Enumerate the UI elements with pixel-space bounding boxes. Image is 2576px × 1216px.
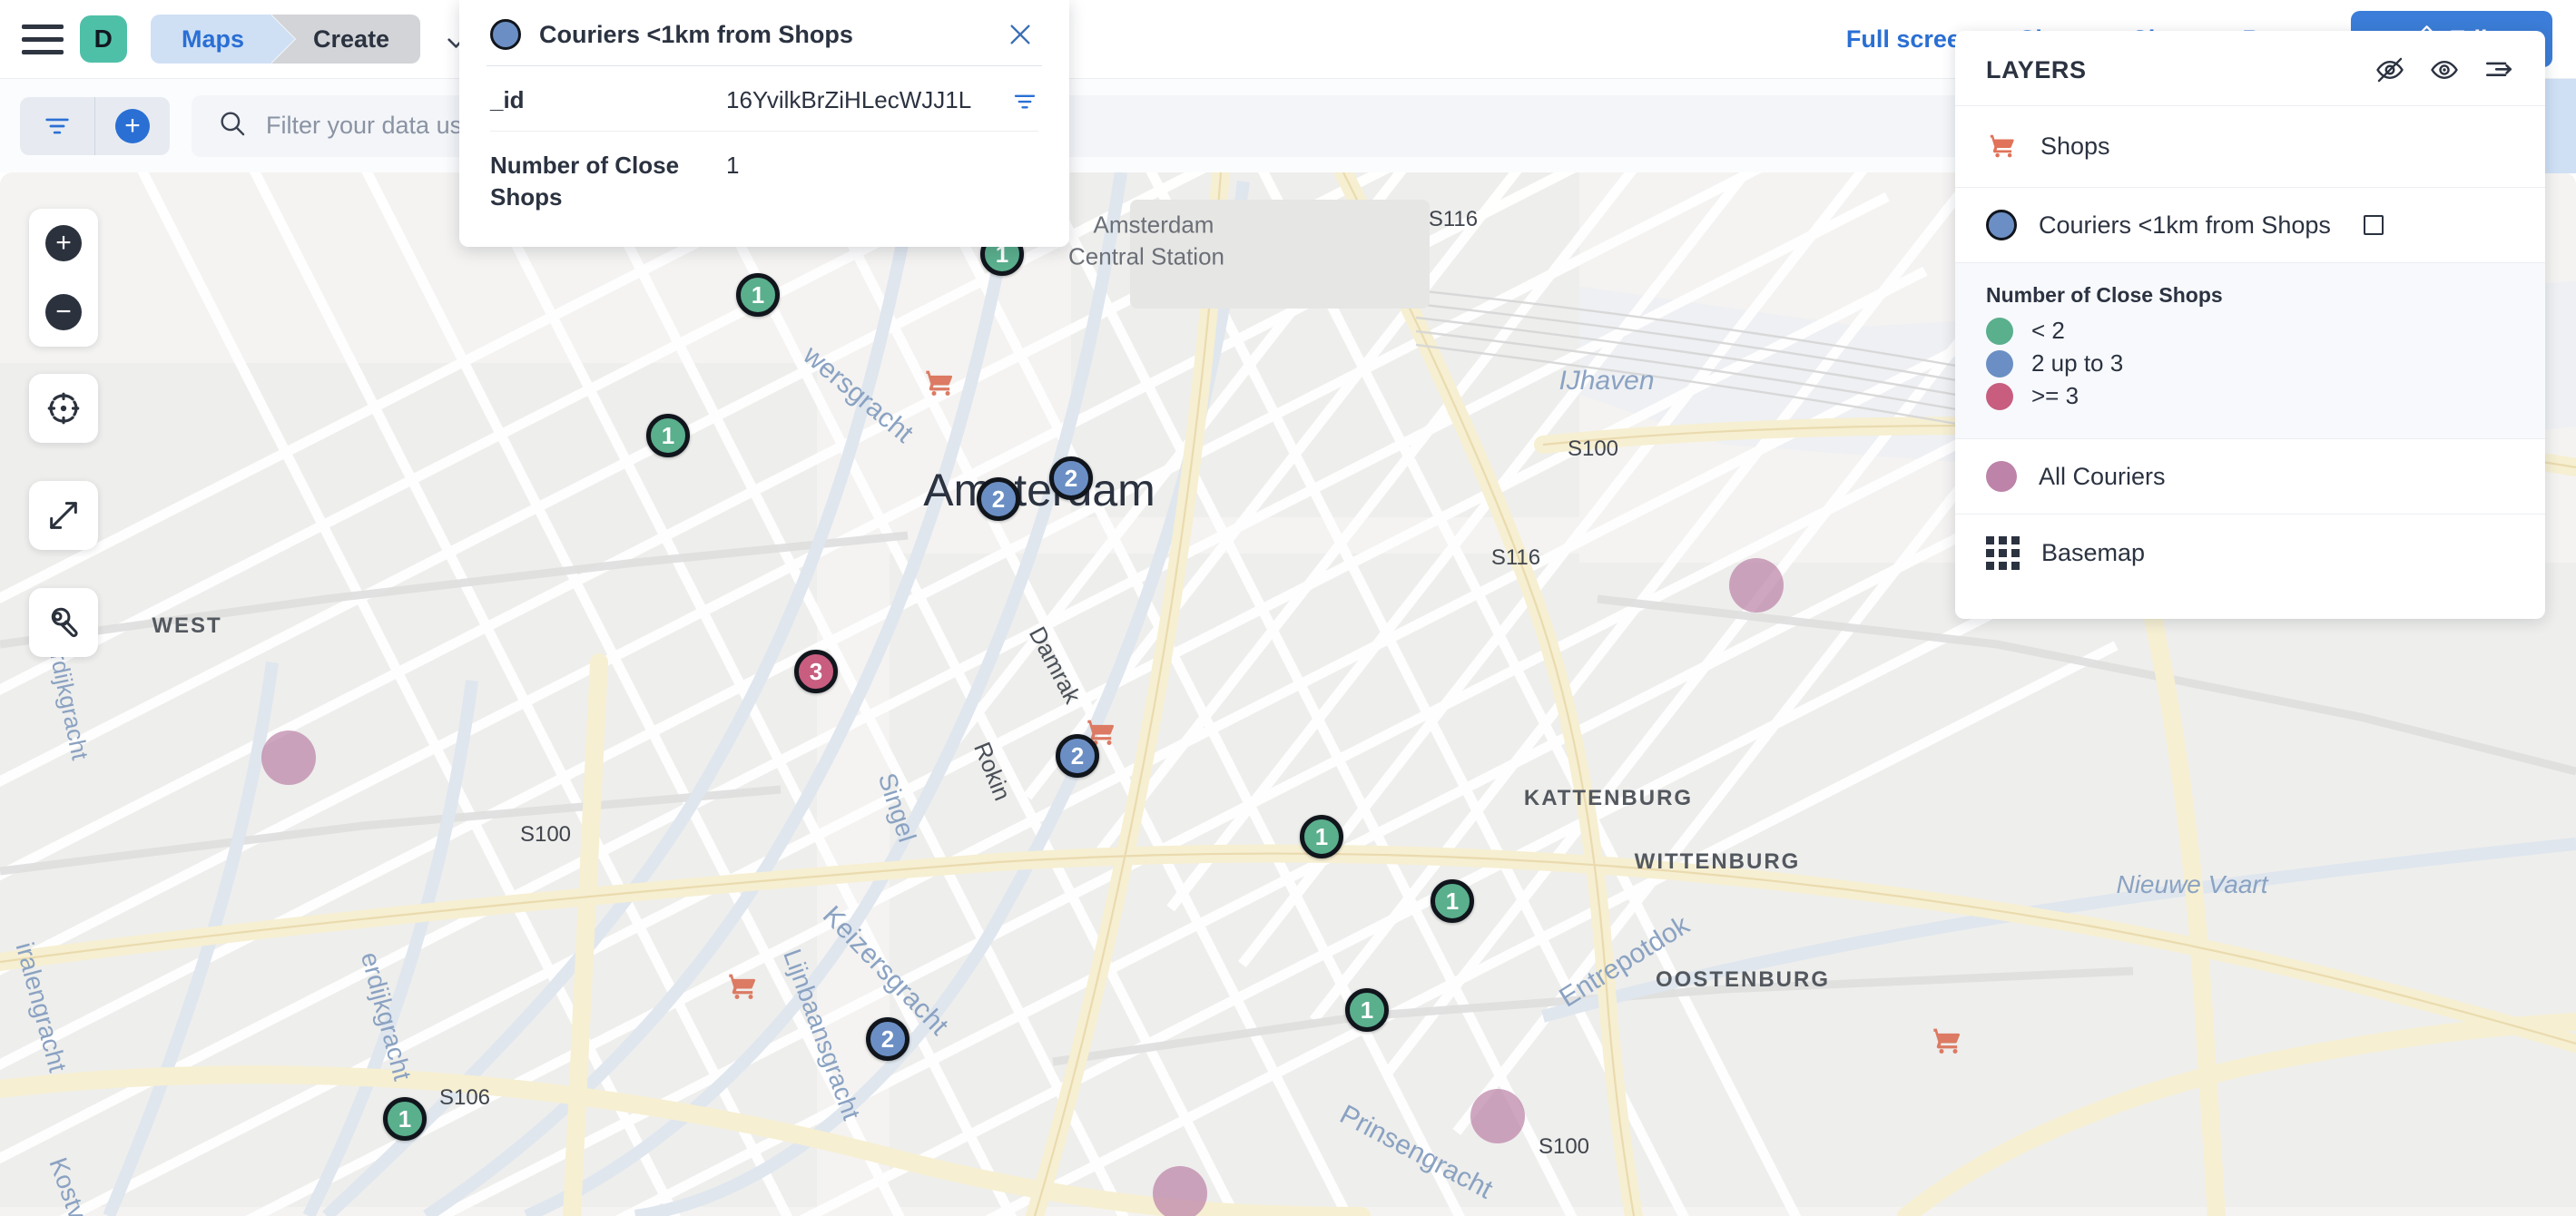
layer-legend: Number of Close Shops < 2 2 up to 3 >= 3: [1955, 263, 2545, 439]
layer-item-couriers-near-shops[interactable]: Couriers <1km from Shops: [1955, 188, 2545, 263]
courier-point[interactable]: [1153, 1166, 1207, 1216]
breadcrumb: Maps Create: [151, 15, 475, 64]
search-icon: [217, 108, 248, 143]
add-filter-button[interactable]: +: [95, 97, 170, 155]
layer-label: All Couriers: [2039, 463, 2166, 491]
zoom-in-button[interactable]: +: [29, 209, 98, 278]
popup-key: Number of Close Shops: [490, 150, 717, 213]
layers-panel-title: LAYERS: [1986, 56, 2087, 84]
cluster-marker[interactable]: 2: [866, 1017, 909, 1061]
measure-tool-button[interactable]: [29, 588, 98, 657]
legend-title: Number of Close Shops: [1986, 283, 2514, 308]
cluster-marker[interactable]: 1: [646, 414, 690, 457]
shopping-cart-icon: [1986, 128, 2019, 165]
cluster-marker[interactable]: 2: [1049, 456, 1093, 500]
shop-marker-icon[interactable]: [1929, 1021, 1965, 1057]
circle-swatch-icon: [1986, 461, 2017, 492]
map-locate-control: [29, 374, 98, 443]
feature-popup[interactable]: Couriers <1km from Shops _id 16YvilkBrZi…: [459, 0, 1069, 247]
map-expand-control: [29, 481, 98, 550]
cluster-marker[interactable]: 1: [736, 273, 780, 317]
filter-icon[interactable]: [997, 84, 1038, 115]
map-tools-control: [29, 588, 98, 657]
locate-button[interactable]: [29, 374, 98, 443]
search-placeholder: Filter your data usi: [266, 112, 467, 140]
popup-row-id: _id 16YvilkBrZiHLecWJJ1L: [459, 66, 1069, 131]
layer-label: Basemap: [2041, 539, 2145, 567]
legend-entry: 2 up to 3: [1986, 349, 2514, 378]
close-icon[interactable]: [1002, 16, 1038, 53]
plus-icon: +: [45, 225, 82, 261]
layer-label: Shops: [2040, 132, 2110, 161]
legend-label: 2 up to 3: [2031, 349, 2123, 378]
cluster-marker[interactable]: 3: [794, 650, 838, 693]
shop-marker-icon[interactable]: [921, 363, 958, 399]
legend-swatch: [1986, 318, 2013, 345]
breadcrumb-item-maps[interactable]: Maps: [151, 15, 271, 64]
cluster-marker[interactable]: 1: [1345, 988, 1389, 1032]
popup-value: 16YvilkBrZiHLecWJJ1L: [726, 84, 988, 116]
courier-point[interactable]: [261, 731, 316, 785]
legend-entry: < 2: [1986, 317, 2514, 345]
popup-row-action: [997, 150, 1038, 153]
popup-header: Couriers <1km from Shops: [459, 0, 1069, 65]
legend-swatch: [1986, 350, 2013, 378]
plus-circle-icon: +: [115, 109, 150, 143]
layer-item-all-couriers[interactable]: All Couriers: [1955, 439, 2545, 515]
cluster-marker[interactable]: 1: [1300, 815, 1343, 858]
layers-panel[interactable]: LAYERS Shops Couriers <1km from Shops Nu…: [1955, 31, 2545, 619]
grid-icon: [1986, 536, 2020, 570]
courier-point[interactable]: [1729, 558, 1784, 613]
collapse-panel-icon[interactable]: [2483, 54, 2514, 85]
shop-marker-icon[interactable]: [724, 966, 761, 1003]
layer-label: Couriers <1km from Shops: [2039, 211, 2331, 240]
layer-item-shops[interactable]: Shops: [1955, 106, 2545, 188]
hide-all-icon[interactable]: [2374, 54, 2405, 85]
minus-icon: −: [45, 294, 82, 330]
circle-swatch-icon: [1986, 210, 2017, 240]
legend-label: >= 3: [2031, 382, 2079, 410]
popup-value: 1: [726, 150, 988, 181]
cluster-marker[interactable]: 1: [1431, 879, 1474, 923]
filter-group: +: [20, 97, 170, 155]
layer-checkbox[interactable]: [2364, 215, 2384, 235]
cluster-marker[interactable]: 1: [383, 1097, 427, 1141]
layer-item-basemap[interactable]: Basemap: [1955, 515, 2545, 592]
layers-panel-actions: [2374, 54, 2514, 85]
popup-title: Couriers <1km from Shops: [539, 21, 984, 49]
expand-button[interactable]: [29, 481, 98, 550]
map-zoom-controls: + −: [29, 209, 98, 347]
legend-swatch: [1986, 383, 2013, 410]
legend-label: < 2: [2031, 317, 2065, 345]
hamburger-menu-icon[interactable]: [22, 21, 64, 57]
popup-row-close-shops: Number of Close Shops 1: [459, 132, 1069, 228]
popup-key: _id: [490, 84, 717, 116]
layers-panel-header: LAYERS: [1955, 31, 2545, 106]
cluster-marker[interactable]: 2: [977, 477, 1020, 521]
filter-icon[interactable]: [20, 97, 94, 155]
courier-point[interactable]: [1470, 1089, 1525, 1143]
avatar[interactable]: D: [80, 15, 127, 63]
layer-color-swatch: [490, 19, 521, 50]
cluster-marker[interactable]: 2: [1056, 734, 1099, 778]
show-all-icon[interactable]: [2429, 54, 2460, 85]
legend-entry: >= 3: [1986, 382, 2514, 410]
layers-panel-footer: [1955, 592, 2545, 619]
zoom-out-button[interactable]: −: [29, 278, 98, 347]
